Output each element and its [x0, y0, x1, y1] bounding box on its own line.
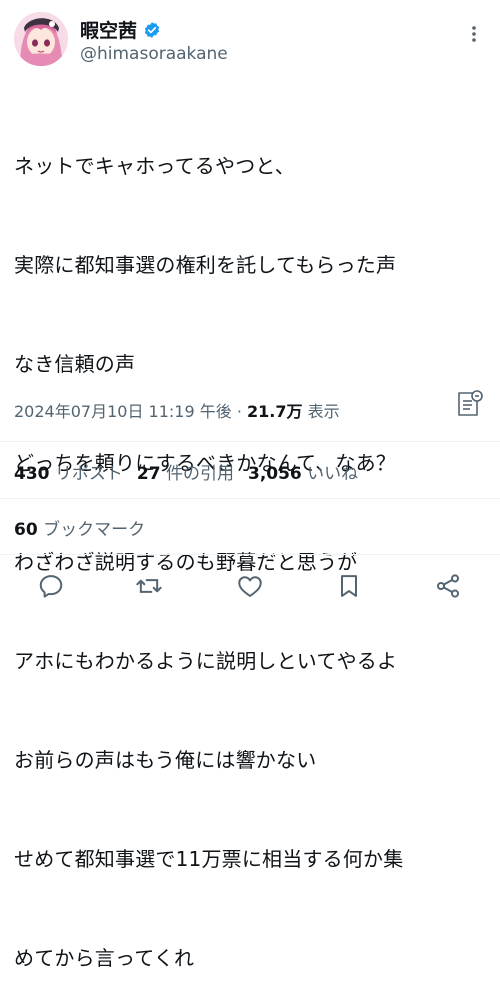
- avatar[interactable]: [14, 12, 68, 66]
- tweet-line: めてから言ってくれ: [14, 946, 195, 970]
- bookmarks-label: ブックマーク: [43, 520, 146, 540]
- author-name-row[interactable]: 暇空茜: [80, 16, 161, 43]
- author-name[interactable]: 暇空茜: [80, 16, 137, 43]
- author-handle[interactable]: @himasoraakane: [80, 44, 228, 64]
- tweet-header: 暇空茜 @himasoraakane: [14, 12, 486, 72]
- views-label[interactable]: 表示: [302, 402, 340, 421]
- likes-count: 3,056: [247, 464, 302, 484]
- divider: [0, 554, 500, 555]
- reposts-stat[interactable]: 430 リポスト: [14, 464, 123, 484]
- reposts-label: リポスト: [54, 464, 123, 484]
- tweet-line: なき信頼の声: [14, 352, 136, 376]
- quotes-count: 27: [136, 464, 161, 484]
- bookmark-icon[interactable]: [335, 572, 363, 600]
- likes-label: いいね: [307, 464, 359, 484]
- avatar-anime-girl-icon: [14, 12, 68, 66]
- quotes-stat[interactable]: 27 件の引用: [137, 464, 234, 484]
- engagement-stats: 430 リポスト 27 件の引用 3,056 いいね: [14, 459, 358, 484]
- bookmarks-count: 60: [14, 520, 38, 540]
- tweet-line: アホにもわかるように説明しといてやるよ: [14, 649, 398, 673]
- tweet-line: せめて都知事選で11万票に相当する何か集: [14, 847, 404, 871]
- grok-explain-icon[interactable]: [454, 389, 484, 419]
- heart-icon[interactable]: [236, 572, 264, 600]
- divider: [0, 498, 500, 499]
- share-icon[interactable]: [434, 572, 462, 600]
- action-bar: [0, 566, 500, 606]
- tweet-line: 実際に都知事選の権利を託してもらった声: [14, 253, 397, 277]
- tweet-meta: 2024年07月10日 11:19 午後 · 21.7万 表示: [14, 398, 340, 422]
- quotes-label: 件の引用: [165, 464, 234, 484]
- bookmarks-stat[interactable]: 60 ブックマーク: [14, 515, 145, 540]
- verified-badge-icon: [144, 21, 160, 38]
- divider: [0, 441, 500, 442]
- repost-icon[interactable]: [135, 572, 163, 600]
- likes-stat[interactable]: 3,056 いいね: [248, 464, 358, 484]
- views-count[interactable]: 21.7万: [247, 402, 302, 421]
- meta-separator: ·: [231, 402, 247, 421]
- tweet-line: お前らの声はもう俺には響かない: [14, 748, 317, 772]
- reply-icon[interactable]: [37, 572, 65, 600]
- timestamp[interactable]: 2024年07月10日 11:19 午後: [14, 402, 232, 421]
- tweet-line: ネットでキャホってるやつと、: [14, 154, 295, 178]
- reposts-count: 430: [14, 464, 50, 484]
- more-options-icon[interactable]: [464, 24, 484, 44]
- tweet-text: ネットでキャホってるやつと、 実際に都知事選の権利を託してもらった声 なき信頼の…: [14, 84, 490, 1008]
